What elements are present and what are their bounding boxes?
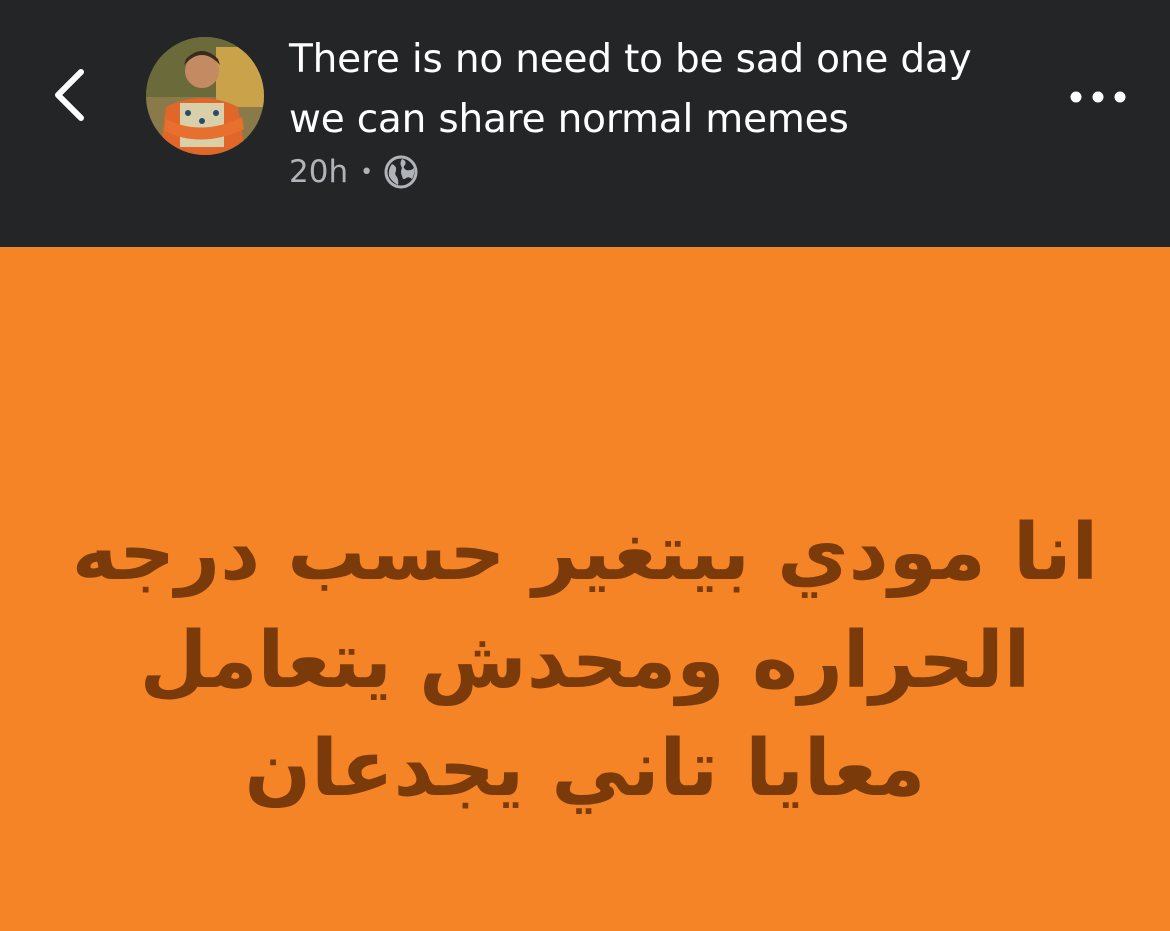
avatar[interactable] [146,37,264,155]
meta-separator: • [360,159,374,185]
more-horizontal-icon [1070,91,1126,103]
avatar-image [146,37,264,155]
back-button[interactable] [48,62,92,128]
post-text: انا مودي بيتغير حسب درجه الحراره ومحدش ي… [71,508,1099,814]
globe-icon [384,155,418,189]
chevron-left-icon [55,69,84,121]
post-meta: 20h • [289,150,419,194]
post-title: There is no need to be sad one day we ca… [289,37,972,142]
post-content: انا مودي بيتغير حسب درجه الحراره ومحدش ي… [0,247,1170,931]
post-header: There is no need to be sad one day we ca… [0,0,1170,247]
post-time[interactable]: 20h [289,154,348,190]
more-options-button[interactable] [1066,80,1130,114]
